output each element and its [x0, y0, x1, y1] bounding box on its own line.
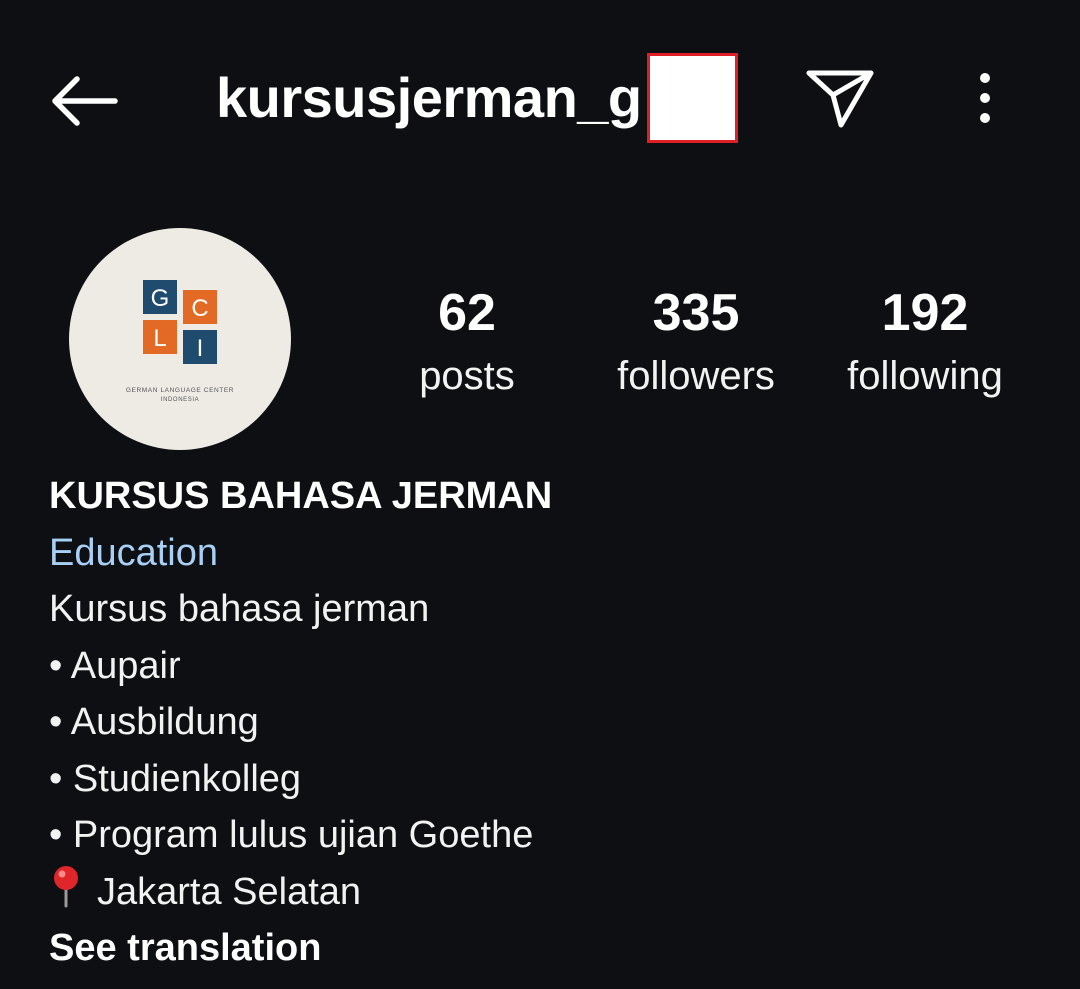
arrow-left-icon — [52, 76, 118, 126]
posts-count: 62 — [438, 284, 496, 342]
bio-category[interactable]: Education — [49, 525, 1049, 582]
bio-bullet-aupair: • Aupair — [49, 644, 181, 687]
see-translation-link[interactable]: See translation — [49, 920, 1049, 977]
profile-header: kursusjerman_g — [0, 0, 1080, 200]
posts-label: posts — [419, 354, 515, 398]
map-pin-icon — [54, 865, 78, 907]
stat-followers[interactable]: 335 followers — [596, 282, 796, 408]
bio-location-text: Jakarta Selatan — [97, 870, 362, 913]
bio-name: KURSUS BAHASA JERMAN — [49, 475, 553, 517]
profile-bio: KURSUS BAHASA JERMAN Education Kursus ba… — [49, 468, 1049, 977]
stat-posts[interactable]: 62 posts — [367, 282, 567, 408]
followers-count: 335 — [652, 284, 740, 342]
more-vertical-icon — [980, 73, 990, 123]
logo-letter-l: L — [153, 325, 166, 352]
profile-avatar[interactable]: G C L I GERMAN LANGUAGE CENTER INDONESIA — [69, 228, 291, 450]
more-options-button[interactable] — [955, 62, 1015, 134]
following-label: following — [847, 354, 1003, 398]
logo-letter-g: G — [151, 285, 170, 312]
following-count: 192 — [881, 284, 969, 342]
logo-caption-line2: INDONESIA — [161, 397, 199, 403]
logo-letter-i: I — [197, 335, 204, 362]
back-button[interactable] — [44, 66, 124, 136]
send-message-button[interactable] — [800, 62, 880, 134]
bio-bullet-goethe: • Program lulus ujian Goethe — [49, 814, 534, 856]
bio-description: Kursus bahasa jerman — [49, 588, 430, 630]
profile-username: kursusjerman_g — [216, 66, 642, 129]
paper-plane-icon — [806, 70, 874, 128]
gcli-logo: G C L I GERMAN LANGUAGE CENTER INDONESIA — [126, 280, 234, 403]
bio-bullet-ausbildung: • Ausbildung — [49, 701, 259, 743]
logo-letter-c: C — [191, 295, 208, 322]
stat-following[interactable]: 192 following — [825, 282, 1025, 408]
logo-caption-line1: GERMAN LANGUAGE CENTER — [126, 387, 234, 394]
followers-label: followers — [617, 354, 775, 398]
bio-location: Jakarta Selatan — [49, 864, 1049, 921]
redaction-box — [647, 53, 738, 143]
bio-bullet-studienkolleg: • Studienkolleg — [49, 757, 302, 800]
